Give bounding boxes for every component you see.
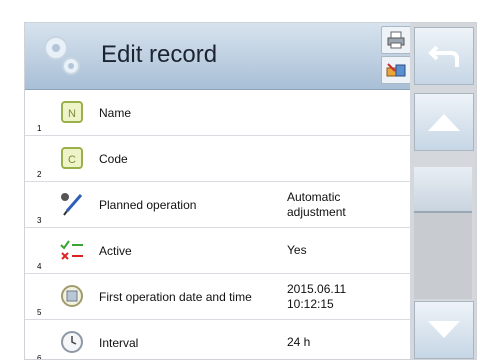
row-label: Active bbox=[99, 243, 132, 258]
settings-gears-icon bbox=[44, 36, 80, 75]
export-tools-icon bbox=[386, 63, 406, 77]
row-value: 24 h bbox=[287, 335, 311, 350]
list-item[interactable]: 6 Interval 24 h bbox=[25, 320, 410, 360]
row-number: 6 bbox=[37, 354, 42, 360]
row-label: Code bbox=[99, 151, 128, 166]
row-number: 5 bbox=[37, 308, 42, 317]
name-tag-icon: N bbox=[61, 101, 83, 123]
list-item[interactable]: 2 C Code bbox=[25, 136, 410, 182]
row-number: 4 bbox=[37, 262, 42, 271]
row-value: Yes bbox=[287, 243, 307, 258]
list-item[interactable]: 1 N Name bbox=[25, 90, 410, 136]
row-label: Interval bbox=[99, 335, 139, 350]
code-tag-icon: C bbox=[61, 147, 83, 169]
row-value: Automatic adjustment bbox=[287, 190, 346, 219]
calendar-clock-icon bbox=[61, 285, 83, 307]
row-label: Name bbox=[99, 105, 132, 120]
back-button[interactable] bbox=[414, 27, 474, 85]
printer-icon bbox=[387, 31, 405, 49]
scrollbar[interactable] bbox=[414, 167, 472, 299]
scroll-down-button[interactable] bbox=[414, 301, 474, 359]
side-panel bbox=[410, 23, 476, 359]
list-item[interactable]: 3 Planned operation Automatic adjustment bbox=[25, 182, 410, 228]
clock-icon bbox=[61, 331, 83, 353]
check-cross-arrows-icon bbox=[60, 240, 83, 260]
back-arrow-icon bbox=[428, 45, 459, 67]
scroll-up-button[interactable] bbox=[414, 93, 474, 151]
page-title: Edit record bbox=[101, 41, 218, 68]
row-number: 2 bbox=[37, 170, 42, 179]
svg-text:C: C bbox=[68, 154, 76, 166]
pen-screwdriver-icon bbox=[61, 193, 83, 216]
list-item[interactable]: 4 Active Yes bbox=[25, 228, 410, 274]
svg-text:N: N bbox=[68, 108, 76, 120]
list-item[interactable]: 5 First operation date and time 2015.06.… bbox=[25, 274, 410, 320]
header-bar: Edit record bbox=[25, 23, 411, 90]
row-label: Planned operation bbox=[99, 197, 197, 212]
print-button[interactable] bbox=[381, 26, 411, 54]
row-label: First operation date and time bbox=[99, 289, 252, 304]
record-list: 1 N Name 2 C Code 3 Planned operation Au… bbox=[25, 90, 410, 360]
arrow-down-icon bbox=[428, 321, 460, 338]
row-number: 1 bbox=[37, 124, 42, 133]
row-number: 3 bbox=[37, 216, 42, 225]
export-button[interactable] bbox=[381, 56, 411, 84]
row-value: 2015.06.11 10:12:15 bbox=[287, 282, 347, 311]
scrollbar-thumb[interactable] bbox=[414, 167, 472, 213]
edit-record-screen: Edit record 1 N Name 2 C Code 3 Planned … bbox=[24, 22, 477, 360]
arrow-up-icon bbox=[428, 114, 460, 131]
